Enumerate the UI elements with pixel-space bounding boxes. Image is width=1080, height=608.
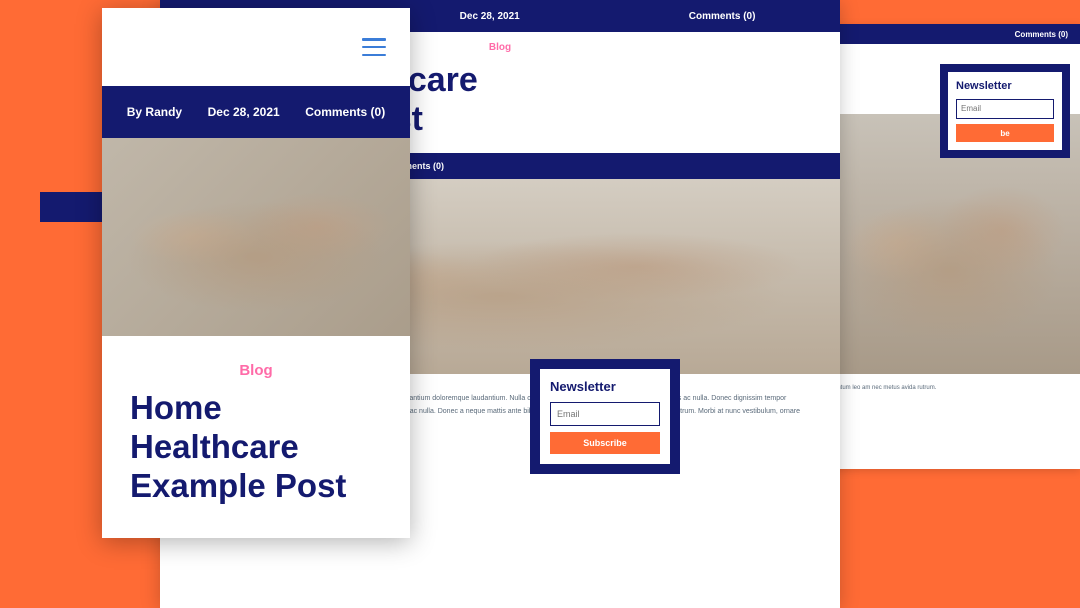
author-label: By Randy: [127, 105, 182, 119]
meta-bar-mobile: By Randy Dec 28, 2021 Comments (0): [102, 86, 410, 138]
date-label: Dec 28, 2021: [460, 11, 520, 22]
category-label[interactable]: Blog: [102, 362, 410, 379]
desktop-preview-back: Comments (0) Newsletter be entum leo am …: [820, 24, 1080, 469]
date-label: Dec 28, 2021: [208, 105, 280, 119]
body-text-back: entum leo am nec metus avida rutrum.: [820, 374, 1080, 404]
email-field[interactable]: [956, 99, 1054, 119]
hamburger-menu-icon[interactable]: [362, 38, 386, 56]
newsletter-widget: Newsletter Subscribe: [530, 359, 680, 474]
hero-image-mobile: [102, 138, 410, 336]
mobile-header: [102, 8, 410, 86]
subscribe-button[interactable]: be: [956, 124, 1054, 142]
subscribe-button[interactable]: Subscribe: [550, 432, 660, 454]
mobile-preview: By Randy Dec 28, 2021 Comments (0) Blog …: [102, 8, 410, 538]
meta-bar-back: Comments (0): [820, 24, 1080, 44]
newsletter-title: Newsletter: [956, 80, 1054, 92]
email-field[interactable]: [550, 402, 660, 426]
comments-label: Comments (0): [1015, 30, 1068, 39]
comments-label: Comments (0): [305, 105, 385, 119]
newsletter-widget-back: Newsletter be: [940, 64, 1070, 158]
newsletter-title: Newsletter: [550, 379, 660, 394]
comments-label: Comments (0): [689, 11, 756, 22]
post-title-mobile: Home Healthcare Example Post: [102, 379, 410, 506]
